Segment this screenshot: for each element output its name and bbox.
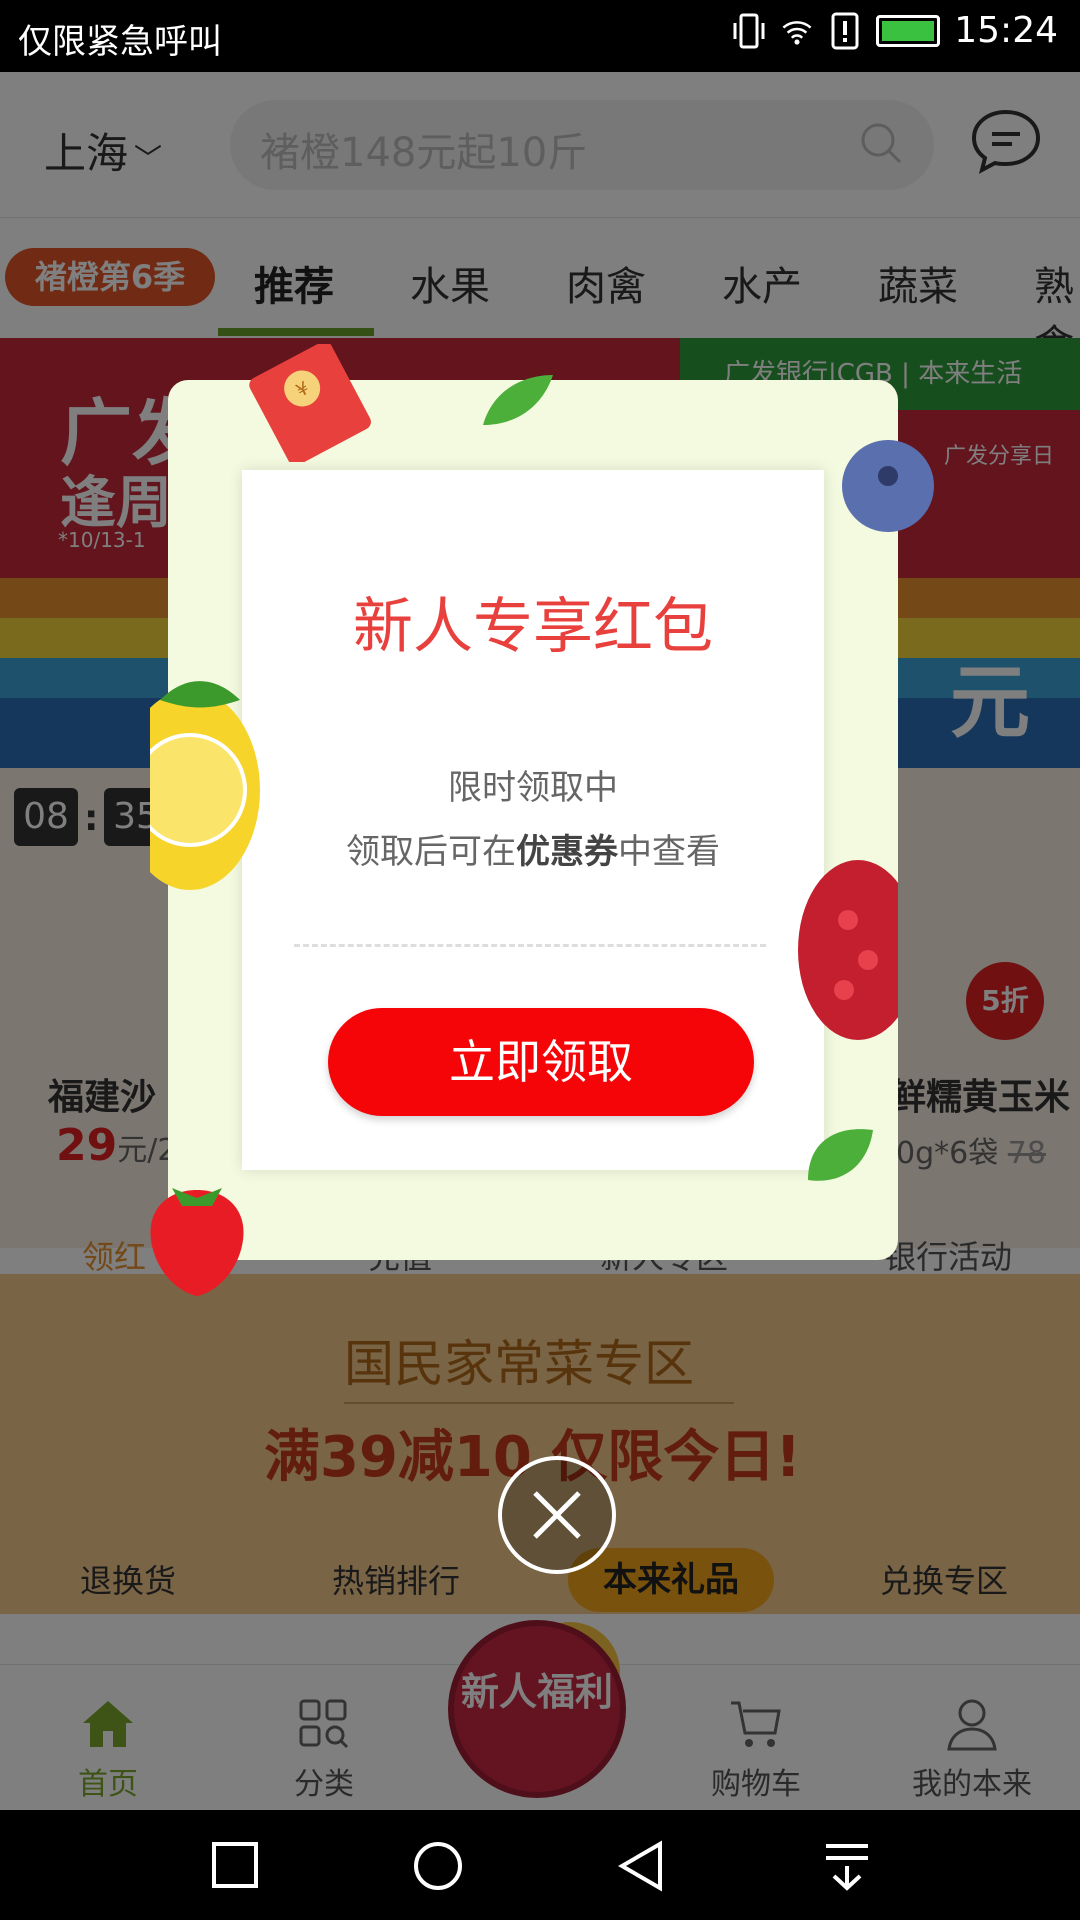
strawberry-icon [150,1188,244,1296]
status-bar: 仅限紧急呼叫 15:24 [0,0,1080,72]
home-circle-icon[interactable] [412,1840,464,1892]
blueberry-icon [842,440,934,532]
modal-divider [294,944,766,947]
modal-title: 新人专享红包 [353,592,713,662]
modal-card: 新人专享红包 限时领取中 领取后可在优惠券中查看 立即领取 [242,470,824,1170]
close-icon [533,1491,581,1539]
modal-line1: 限时领取中 [448,768,618,808]
recents-icon[interactable] [210,1840,260,1890]
leaf-icon [808,1129,873,1181]
system-nav-bar [0,1810,1080,1920]
sim-alert-icon [831,12,859,49]
carrier-text: 仅限紧急呼叫 [18,22,222,62]
clock-text: 15:24 [954,10,1058,51]
modal-line2: 领取后可在优惠券中查看 [346,832,720,872]
notification-shade-icon[interactable] [822,1840,872,1892]
back-icon[interactable] [616,1840,666,1892]
red-envelope-icon: ¥ [249,344,371,462]
lemon-icon [150,681,260,890]
leaf-icon [483,375,553,425]
vibrate-icon [733,13,765,48]
pomegranate-icon [798,860,898,1040]
close-modal-button[interactable] [498,1456,616,1574]
redpacket-modal: 新人专享红包 限时领取中 领取后可在优惠券中查看 立即领取 ¥ [150,344,934,1296]
wifi-icon [782,20,812,45]
battery-icon [876,14,941,47]
claim-button[interactable]: 立即领取 [328,1008,754,1116]
